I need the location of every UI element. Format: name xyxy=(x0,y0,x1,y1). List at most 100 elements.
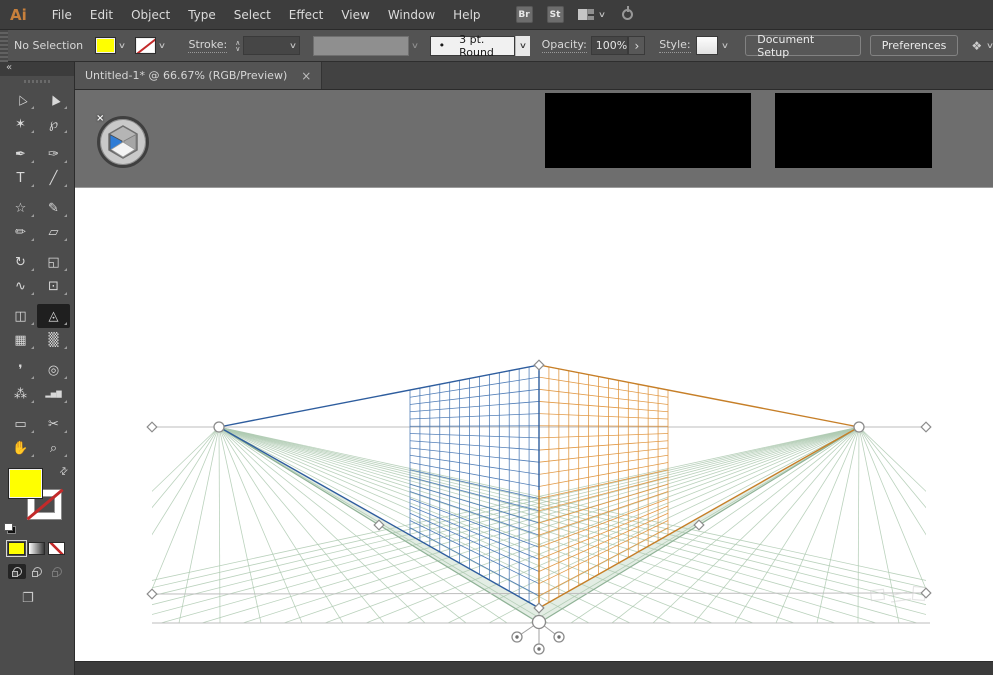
gradient-tool[interactable]: ▒ xyxy=(37,328,70,352)
width-tool[interactable]: ∿ xyxy=(4,274,37,298)
ground-extent-handle-right[interactable] xyxy=(920,587,932,599)
fill-swatch[interactable] xyxy=(8,468,43,499)
color-button[interactable] xyxy=(6,540,27,557)
illustrator-window: Ai File Edit Object Type Select Effect View Win… xyxy=(0,0,993,675)
stroke-weight-label[interactable]: Stroke: xyxy=(188,38,228,53)
brush-definition-dropdown[interactable]: • 3 pt. Round xyxy=(429,32,515,59)
symbol-sprayer-tool[interactable]: ⁂ xyxy=(4,382,37,406)
shape-builder-tool[interactable]: ◫ xyxy=(4,304,37,328)
stroke-chevron-icon[interactable]: ∨ xyxy=(156,41,169,50)
control-panel-chevron-icon[interactable]: ∨ xyxy=(986,41,993,50)
hand-tool[interactable]: ✋ xyxy=(4,436,37,460)
type-tool[interactable]: T xyxy=(4,166,37,190)
ground-target-dot xyxy=(557,635,561,639)
none-button[interactable] xyxy=(48,542,65,555)
tab-close-icon[interactable]: × xyxy=(301,70,311,82)
perspective-grid-tool[interactable]: ◬ xyxy=(37,304,70,328)
mesh-tool[interactable]: ▦ xyxy=(4,328,37,352)
shape-tool[interactable]: ☆ xyxy=(4,196,37,220)
canvas[interactable]: × xyxy=(75,90,993,675)
rotate-tool[interactable]: ↻ xyxy=(4,250,37,274)
stroke-weight-stepper[interactable]: ∧ ∨ xyxy=(235,39,240,52)
panel-grip[interactable] xyxy=(0,30,8,62)
tools-panel-grip[interactable] xyxy=(24,80,50,83)
blend-tool[interactable]: ◎ xyxy=(37,358,70,382)
opacity-field[interactable]: 100% xyxy=(590,36,629,55)
column-graph-tool[interactable]: ▂▅▇ xyxy=(37,382,70,406)
eraser-tool[interactable]: ▱ xyxy=(37,220,70,244)
paintbrush-tool[interactable]: ✎ xyxy=(37,196,70,220)
ground-extent-handle-left[interactable] xyxy=(146,588,158,600)
control-panel-menu-icon[interactable]: ❖ xyxy=(971,39,982,53)
type-tool-icon: T xyxy=(16,170,25,186)
direct-selection-tool[interactable]: ▶ xyxy=(37,88,70,112)
curvature-tool[interactable]: ✑ xyxy=(37,142,70,166)
document-tab[interactable]: Untitled-1* @ 66.67% (RGB/Preview) × xyxy=(75,62,323,89)
artboard-tool[interactable]: ▭ xyxy=(4,412,37,436)
menu-item-window[interactable]: Window xyxy=(379,8,444,22)
menu-item-type[interactable]: Type xyxy=(179,8,225,22)
menu-item-effect[interactable]: Effect xyxy=(280,8,333,22)
horizon-extent-handle-right[interactable] xyxy=(920,421,932,433)
blend-tool-icon: ◎ xyxy=(47,362,60,378)
drawing-modes-row xyxy=(8,564,66,579)
menu-item-file[interactable]: File xyxy=(43,8,81,22)
draw-normal-button[interactable] xyxy=(8,564,26,579)
menu-item-select[interactable]: Select xyxy=(225,8,280,22)
gradient-button[interactable] xyxy=(28,542,45,555)
menu-item-object[interactable]: Object xyxy=(122,8,179,22)
line-segment-tool[interactable]: ╱ xyxy=(37,166,70,190)
default-fill-stroke-icon[interactable] xyxy=(4,523,16,534)
wall-transversal xyxy=(538,440,669,451)
workspace-switcher[interactable]: ∨ xyxy=(577,9,606,20)
profile-chevron-icon[interactable]: ∨ xyxy=(409,41,422,50)
grid-apex-handle[interactable] xyxy=(533,359,545,371)
style-label[interactable]: Style: xyxy=(659,38,691,53)
cs-live-power-icon[interactable] xyxy=(622,9,634,20)
eyedropper-tool[interactable]: ❜ xyxy=(4,358,37,382)
magic-wand-tool[interactable]: ✶ xyxy=(4,112,37,136)
document-setup-button[interactable]: Document Setup xyxy=(745,33,861,59)
free-transform-tool[interactable]: ⊡ xyxy=(37,274,70,298)
lasso-tool[interactable]: ℘ xyxy=(37,112,70,136)
preferences-button[interactable]: Preferences xyxy=(869,35,959,56)
selection-status: No Selection xyxy=(14,39,84,52)
wall-transversal xyxy=(538,413,669,420)
scale-tool[interactable]: ◱ xyxy=(37,250,70,274)
scale-tool-icon: ◱ xyxy=(47,254,60,270)
pen-tool[interactable]: ✒ xyxy=(4,142,37,166)
stroke-color-swatch[interactable] xyxy=(134,37,156,54)
draw-behind-icon xyxy=(31,567,42,577)
opacity-label[interactable]: Opacity: xyxy=(541,38,587,53)
right-vanishing-point-handle[interactable] xyxy=(853,421,865,433)
menu-item-help[interactable]: Help xyxy=(444,8,489,22)
zoom-tool[interactable]: ⌕ xyxy=(37,436,70,460)
draw-behind-button[interactable] xyxy=(28,564,46,579)
selection-tool[interactable]: ▷ xyxy=(4,88,37,112)
stock-button[interactable]: St xyxy=(546,6,564,23)
pencil-tool[interactable]: ✏ xyxy=(4,220,37,244)
floor-ray xyxy=(858,427,926,536)
menu-item-edit[interactable]: Edit xyxy=(81,8,122,22)
fill-color-swatch[interactable] xyxy=(95,37,116,54)
menu-item-view[interactable]: View xyxy=(332,8,378,22)
bridge-button[interactable]: Br xyxy=(515,6,533,23)
stroke-weight-dropdown[interactable]: ∨ xyxy=(243,36,300,55)
slice-tool[interactable]: ✂ xyxy=(37,412,70,436)
tools-panel-header[interactable]: « xyxy=(0,62,74,76)
fill-chevron-icon[interactable]: ∨ xyxy=(116,41,129,50)
station-point-handle[interactable] xyxy=(531,614,547,630)
variable-width-profile-dropdown[interactable] xyxy=(312,35,409,56)
brush-chevron-icon[interactable]: ∨ xyxy=(514,35,530,56)
style-swatch[interactable] xyxy=(695,36,719,55)
change-screen-mode-button[interactable]: ❐ xyxy=(22,591,42,606)
chevron-down-icon: ∨ xyxy=(597,10,606,19)
opacity-expand-button[interactable]: › xyxy=(628,36,646,55)
left-vanishing-point-handle[interactable] xyxy=(213,421,225,433)
style-chevron-icon[interactable]: ∨ xyxy=(718,41,731,50)
draw-inside-button[interactable] xyxy=(48,564,66,579)
collapse-panel-icon[interactable]: « xyxy=(6,62,13,73)
horizon-extent-handle-left[interactable] xyxy=(146,421,158,433)
brush-definition-value: 3 pt. Round xyxy=(459,32,494,59)
swap-fill-stroke-icon[interactable]: ⇄ xyxy=(57,465,71,479)
